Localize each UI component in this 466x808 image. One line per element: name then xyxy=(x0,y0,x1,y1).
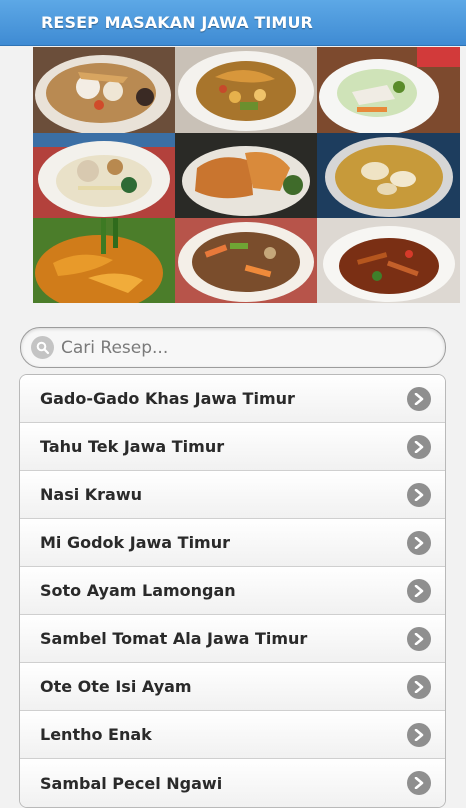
noodle-dish-photo[interactable] xyxy=(33,133,175,218)
list-item[interactable]: Sambel Tomat Ala Jawa Timur xyxy=(20,615,445,663)
recipe-list: Gado-Gado Khas Jawa Timur Tahu Tek Jawa … xyxy=(19,374,446,808)
list-item[interactable]: Mi Godok Jawa Timur xyxy=(20,519,445,567)
recipe-label: Mi Godok Jawa Timur xyxy=(40,533,231,552)
list-item[interactable]: Gado-Gado Khas Jawa Timur xyxy=(20,375,445,423)
list-item[interactable]: Soto Ayam Lamongan xyxy=(20,567,445,615)
spicy-tempe-photo[interactable] xyxy=(317,218,460,303)
recipe-label: Tahu Tek Jawa Timur xyxy=(40,437,225,456)
recipe-label: Sambel Tomat Ala Jawa Timur xyxy=(40,629,308,648)
chevron-right-icon xyxy=(407,434,431,459)
chevron-right-icon xyxy=(407,626,431,651)
photo-gallery xyxy=(33,47,460,303)
recipe-label: Ote Ote Isi Ayam xyxy=(40,677,192,696)
recipe-label: Gado-Gado Khas Jawa Timur xyxy=(40,389,295,408)
chevron-right-icon xyxy=(407,386,431,411)
search-input[interactable] xyxy=(61,337,421,358)
app-title: RESEP MASAKAN JAWA TIMUR xyxy=(41,13,313,32)
list-item[interactable]: Tahu Tek Jawa Timur xyxy=(20,423,445,471)
yellow-curry-photo[interactable] xyxy=(33,218,175,303)
chevron-right-icon xyxy=(407,578,431,603)
recipe-label: Lentho Enak xyxy=(40,725,152,744)
chevron-right-icon xyxy=(407,674,431,699)
recipe-label: Soto Ayam Lamongan xyxy=(40,581,236,600)
fried-tempe-photo[interactable] xyxy=(175,133,317,218)
search-icon xyxy=(31,336,54,359)
search-bar[interactable] xyxy=(20,327,446,368)
chevron-right-icon xyxy=(407,771,431,795)
soup-bowl-photo[interactable] xyxy=(33,47,175,133)
chevron-right-icon xyxy=(407,482,431,507)
recipe-label: Nasi Krawu xyxy=(40,485,143,504)
recipe-label: Sambal Pecel Ngawi xyxy=(40,773,223,793)
app-bar: RESEP MASAKAN JAWA TIMUR xyxy=(0,0,466,46)
list-item[interactable]: Nasi Krawu xyxy=(20,471,445,519)
curry-bowl-photo[interactable] xyxy=(317,133,460,218)
chevron-right-icon xyxy=(407,722,431,747)
chevron-right-icon xyxy=(407,530,431,555)
list-item[interactable]: Lentho Enak xyxy=(20,711,445,759)
salad-plate-photo[interactable] xyxy=(317,47,460,133)
stir-fry-plate-photo[interactable] xyxy=(175,218,317,303)
rujak-cingur-photo[interactable] xyxy=(175,47,317,133)
list-item[interactable]: Ote Ote Isi Ayam xyxy=(20,663,445,711)
